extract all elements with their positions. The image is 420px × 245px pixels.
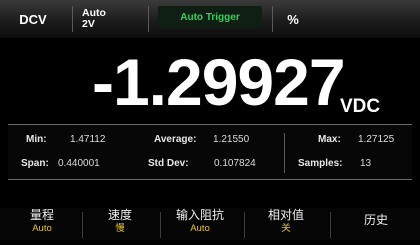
samples-value: 13 bbox=[360, 158, 372, 169]
reading-unit: VDC bbox=[340, 96, 381, 117]
max-value: 1.27125 bbox=[358, 134, 395, 145]
average-label: Average: bbox=[154, 134, 197, 145]
softkey-input-impedance[interactable]: 输入阻抗 Auto bbox=[158, 208, 242, 240]
range-indicator[interactable]: Auto 2V bbox=[82, 0, 140, 38]
percent-indicator: % bbox=[287, 11, 299, 27]
softkey-value: 慢 bbox=[115, 223, 125, 234]
span-label: Span: bbox=[21, 158, 49, 169]
softkey-divider bbox=[244, 212, 245, 238]
status-divider bbox=[148, 6, 149, 32]
softkey-label: 量程 bbox=[29, 208, 54, 222]
softkey-label: 速度 bbox=[107, 208, 132, 222]
softkey-history[interactable]: 历史 bbox=[340, 213, 412, 245]
multimeter-screen: DCV Auto 2V Auto Trigger % -1.29927 VDC … bbox=[0, 0, 420, 240]
max-label: Max: bbox=[318, 134, 341, 145]
softkey-divider bbox=[330, 212, 331, 238]
range-value: 2V bbox=[82, 18, 95, 30]
softkey-speed[interactable]: 速度 慢 bbox=[84, 208, 156, 240]
softkey-label: 输入阻抗 bbox=[175, 208, 224, 222]
stddev-value: 0.107824 bbox=[214, 158, 256, 169]
softkey-bar: 量程 Auto 速度 慢 输入阻抗 Auto 相对值 关 历史 bbox=[0, 208, 420, 240]
statistics-panel: Min: 1.47112 Average: 1.21550 Max: 1.271… bbox=[8, 124, 412, 180]
span-value: 0.440001 bbox=[58, 158, 100, 169]
min-label: Min: bbox=[26, 134, 47, 145]
softkey-range[interactable]: 量程 Auto bbox=[6, 208, 78, 240]
softkey-relative[interactable]: 相对值 关 bbox=[246, 208, 326, 240]
softkey-value: 关 bbox=[281, 223, 291, 234]
softkey-value: Auto bbox=[32, 223, 52, 234]
softkey-value: Auto bbox=[190, 223, 210, 234]
min-value: 1.47112 bbox=[70, 134, 106, 145]
status-bar: DCV Auto 2V Auto Trigger % bbox=[0, 0, 420, 38]
softkey-label: 历史 bbox=[363, 213, 388, 227]
stats-divider bbox=[284, 133, 285, 173]
function-indicator[interactable]: DCV bbox=[4, 0, 62, 38]
main-reading: -1.29927 bbox=[92, 45, 346, 119]
softkey-divider bbox=[82, 212, 83, 238]
status-divider bbox=[72, 6, 73, 32]
trigger-indicator[interactable]: Auto Trigger bbox=[158, 6, 262, 28]
average-value: 1.21550 bbox=[213, 134, 250, 145]
status-divider bbox=[272, 6, 273, 32]
softkey-label: 相对值 bbox=[267, 208, 304, 222]
samples-label: Samples: bbox=[298, 158, 343, 169]
stddev-label: Std Dev: bbox=[148, 158, 189, 169]
